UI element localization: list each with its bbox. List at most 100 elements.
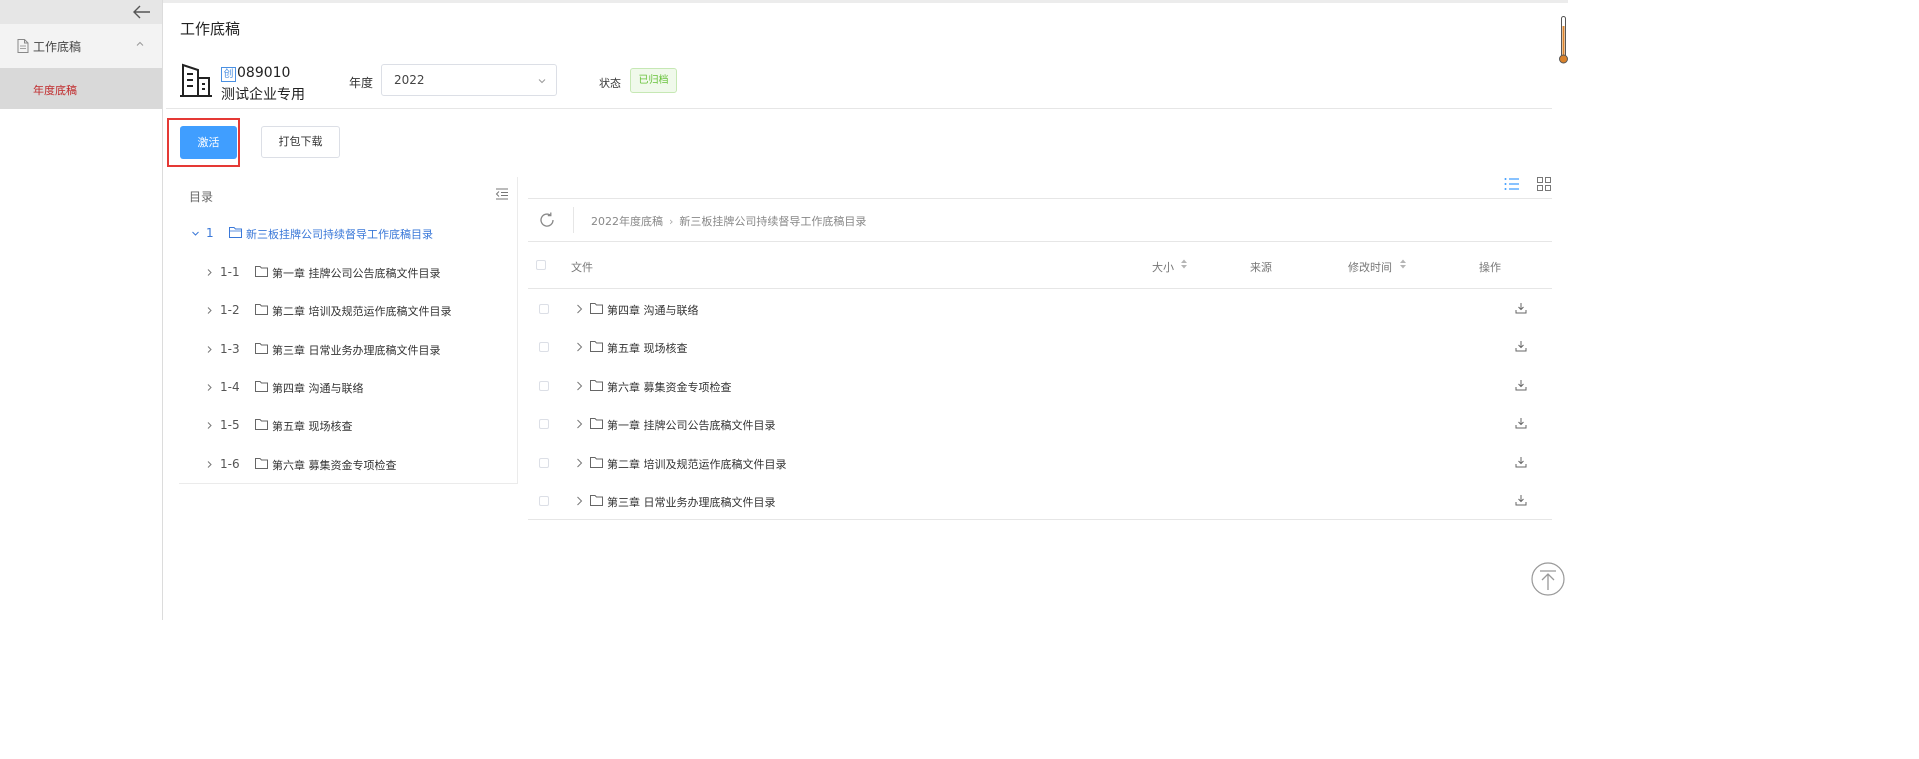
row-checkbox[interactable] bbox=[539, 342, 549, 352]
status-label: 状态 bbox=[599, 77, 621, 90]
chevron-right-icon bbox=[207, 422, 212, 429]
back-to-top-icon[interactable] bbox=[1531, 562, 1565, 596]
tree-node-number: 1 bbox=[206, 226, 214, 240]
collapse-tree-icon[interactable] bbox=[495, 188, 509, 200]
package-download-button[interactable]: 打包下载 bbox=[261, 126, 340, 158]
list-view-icon[interactable] bbox=[1504, 177, 1520, 191]
chevron-down-icon bbox=[192, 231, 199, 236]
chevron-right-icon bbox=[207, 307, 212, 314]
download-icon[interactable] bbox=[1515, 379, 1527, 391]
chevron-right-icon[interactable] bbox=[576, 419, 583, 429]
grid-view-icon[interactable] bbox=[1537, 177, 1551, 191]
sidebar-top-bar bbox=[0, 0, 162, 25]
row-checkbox[interactable] bbox=[539, 381, 549, 391]
tree-node-number: 1-1 bbox=[220, 265, 240, 279]
folder-icon bbox=[255, 458, 268, 469]
breadcrumb-item[interactable]: 2022年度底稿 bbox=[591, 213, 663, 229]
tree-node[interactable]: 1-2 第二章 培训及规范运作底稿文件目录 bbox=[179, 300, 517, 322]
breadcrumb-arrow-icon: › bbox=[669, 215, 674, 228]
download-icon[interactable] bbox=[1515, 417, 1527, 429]
sort-icon[interactable] bbox=[1399, 258, 1407, 270]
column-header-operations: 操作 bbox=[1479, 261, 1501, 274]
table-header-divider bbox=[528, 288, 1552, 289]
year-select[interactable]: 2022 bbox=[381, 64, 557, 96]
sidebar-item-label: 年度底稿 bbox=[33, 84, 77, 97]
panel-divider bbox=[528, 198, 1552, 199]
folder-open-icon bbox=[229, 227, 242, 238]
chevron-right-icon bbox=[207, 461, 212, 468]
download-icon[interactable] bbox=[1515, 340, 1527, 352]
breadcrumb-separator bbox=[573, 207, 574, 233]
folder-icon bbox=[590, 341, 603, 352]
chevron-right-icon[interactable] bbox=[576, 381, 583, 391]
folder-icon bbox=[255, 304, 268, 315]
row-checkbox[interactable] bbox=[539, 496, 549, 506]
tree-node-label: 第六章 募集资金专项检查 bbox=[272, 459, 397, 472]
sidebar-group-workpaper[interactable]: 工作底稿 bbox=[0, 24, 162, 68]
chevron-right-icon bbox=[207, 346, 212, 353]
tree-node[interactable]: 1-1 第一章 挂牌公司公告底稿文件目录 bbox=[179, 262, 517, 284]
chevron-up-icon bbox=[136, 41, 144, 46]
chevron-right-icon[interactable] bbox=[576, 304, 583, 314]
row-checkbox[interactable] bbox=[539, 458, 549, 468]
tree-node[interactable]: 1-4 第四章 沟通与联络 bbox=[179, 377, 517, 399]
activate-button[interactable]: 激活 bbox=[180, 126, 237, 159]
chevron-down-icon bbox=[538, 79, 546, 84]
file-name[interactable]: 第三章 日常业务办理底稿文件目录 bbox=[607, 494, 776, 510]
select-all-checkbox[interactable] bbox=[536, 260, 546, 270]
column-header-size[interactable]: 大小 bbox=[1152, 259, 1174, 275]
folder-icon bbox=[255, 381, 268, 392]
tree-node-label: 第一章 挂牌公司公告底稿文件目录 bbox=[272, 267, 441, 280]
file-name[interactable]: 第六章 募集资金专项检查 bbox=[607, 379, 732, 395]
chevron-right-icon[interactable] bbox=[576, 342, 583, 352]
table-row[interactable]: 第四章 沟通与联络 bbox=[528, 290, 1552, 328]
corp-name: 测试企业专用 bbox=[221, 87, 305, 103]
tree-node[interactable]: 1-6 第六章 募集资金专项检查 bbox=[179, 454, 517, 476]
column-header-modified[interactable]: 修改时间 bbox=[1348, 259, 1392, 275]
download-icon[interactable] bbox=[1515, 494, 1527, 506]
row-checkbox[interactable] bbox=[539, 419, 549, 429]
file-name[interactable]: 第一章 挂牌公司公告底稿文件目录 bbox=[607, 417, 776, 433]
table-row[interactable]: 第六章 募集资金专项检查 bbox=[528, 367, 1552, 405]
folder-icon bbox=[590, 380, 603, 391]
table-row[interactable]: 第二章 培训及规范运作底稿文件目录 bbox=[528, 444, 1552, 482]
file-name[interactable]: 第二章 培训及规范运作底稿文件目录 bbox=[607, 456, 787, 472]
tree-node[interactable]: 1-3 第三章 日常业务办理底稿文件目录 bbox=[179, 339, 517, 361]
tree-node-number: 1-6 bbox=[220, 457, 240, 471]
tree-node-number: 1-2 bbox=[220, 303, 240, 317]
tree-root-node[interactable]: 1 新三板挂牌公司持续督导工作底稿目录 bbox=[179, 223, 517, 245]
tree-node-label: 新三板挂牌公司持续督导工作底稿目录 bbox=[246, 228, 433, 241]
year-select-value: 2022 bbox=[394, 73, 425, 87]
folder-icon bbox=[590, 303, 603, 314]
sidebar-item-annual-workpaper[interactable]: 年度底稿 bbox=[0, 68, 162, 109]
table-row[interactable]: 第三章 日常业务办理底稿文件目录 bbox=[528, 482, 1552, 520]
tree-header: 目录 bbox=[189, 190, 214, 204]
tree-node-label: 第三章 日常业务办理底稿文件目录 bbox=[272, 344, 441, 357]
sort-icon[interactable] bbox=[1180, 258, 1188, 270]
top-border bbox=[0, 0, 1568, 3]
table-row[interactable]: 第五章 现场核查 bbox=[528, 328, 1552, 366]
row-checkbox[interactable] bbox=[539, 304, 549, 314]
tree-node-label: 第五章 现场核查 bbox=[272, 420, 353, 433]
building-icon bbox=[180, 63, 212, 97]
tree-node[interactable]: 1-5 第五章 现场核查 bbox=[179, 415, 517, 437]
refresh-icon[interactable] bbox=[538, 211, 556, 229]
chevron-right-icon bbox=[207, 269, 212, 276]
thermometer-icon bbox=[1559, 16, 1568, 64]
folder-icon bbox=[255, 266, 268, 277]
file-name[interactable]: 第四章 沟通与联络 bbox=[607, 302, 699, 318]
download-icon[interactable] bbox=[1515, 302, 1527, 314]
chevron-right-icon[interactable] bbox=[576, 496, 583, 506]
folder-icon bbox=[590, 418, 603, 429]
download-icon[interactable] bbox=[1515, 456, 1527, 468]
tree-node-label: 第二章 培训及规范运作底稿文件目录 bbox=[272, 305, 452, 318]
page-title: 工作底稿 bbox=[180, 20, 241, 38]
chevron-right-icon[interactable] bbox=[576, 458, 583, 468]
folder-icon bbox=[590, 457, 603, 468]
folder-icon bbox=[255, 419, 268, 430]
folder-icon bbox=[255, 343, 268, 354]
arrow-left-icon[interactable] bbox=[132, 2, 152, 22]
file-name[interactable]: 第五章 现场核查 bbox=[607, 340, 688, 356]
breadcrumb-item[interactable]: 新三板挂牌公司持续督导工作底稿目录 bbox=[679, 213, 866, 229]
table-row[interactable]: 第一章 挂牌公司公告底稿文件目录 bbox=[528, 405, 1552, 443]
